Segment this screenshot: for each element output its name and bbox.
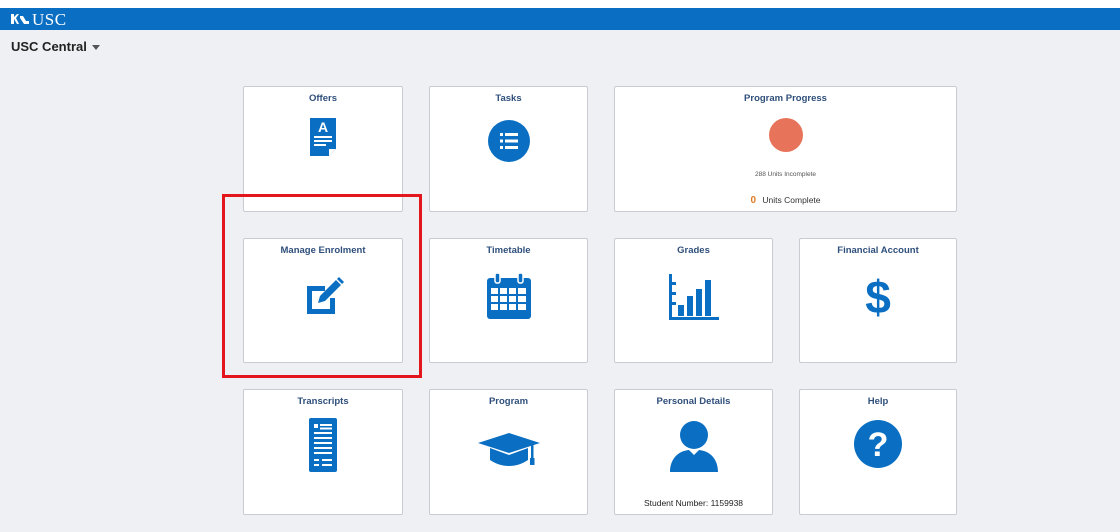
- list-icon: [487, 120, 530, 162]
- tile-tasks[interactable]: Tasks: [429, 86, 588, 212]
- bar-chart-icon: [668, 274, 719, 320]
- svg-text:$: $: [865, 271, 891, 323]
- tile-title: Grades: [677, 245, 710, 256]
- brand-bar: USC: [0, 8, 1120, 30]
- tile-title: Timetable: [486, 245, 531, 256]
- tile-title: Program: [488, 396, 529, 407]
- tile-title: Program Progress: [744, 93, 827, 104]
- units-incomplete-label: 288 Units Incomplete: [754, 171, 817, 178]
- usc-emblem-icon: [11, 14, 29, 24]
- tile-financial-account[interactable]: Financial Account $: [799, 238, 957, 363]
- tile-grades[interactable]: Grades: [614, 238, 773, 363]
- calendar-icon: [486, 272, 531, 319]
- tile-title: Help: [867, 396, 889, 407]
- tile-timetable[interactable]: Timetable: [429, 238, 588, 363]
- progress-pie-chart: [769, 118, 803, 152]
- tile-help[interactable]: Help ?: [799, 389, 957, 515]
- graduation-cap-icon: [477, 433, 540, 466]
- units-complete-value: 0: [750, 195, 757, 206]
- tile-transcripts[interactable]: Transcripts: [243, 389, 403, 515]
- tile-manage-enrolment[interactable]: Manage Enrolment: [243, 238, 403, 363]
- tile-program-progress[interactable]: Program Progress 288 Units Incomplete 0 …: [614, 86, 957, 212]
- top-strip: [0, 0, 1120, 8]
- tile-title: Tasks: [495, 93, 522, 104]
- units-complete: 0 Units Complete: [615, 195, 956, 206]
- pie-slice-incomplete: [769, 118, 803, 152]
- tile-title: Financial Account: [837, 245, 919, 256]
- tile-title: Transcripts: [297, 396, 349, 407]
- caret-down-icon: [91, 45, 100, 50]
- question-icon: ?: [854, 420, 902, 468]
- tile-offers[interactable]: Offers A: [243, 86, 403, 212]
- tile-title: Personal Details: [656, 396, 731, 407]
- usc-central-menu[interactable]: USC Central: [11, 39, 100, 54]
- svg-text:A: A: [318, 119, 328, 135]
- edit-icon: [307, 277, 344, 314]
- tile-program[interactable]: Program: [429, 389, 588, 515]
- person-icon: [669, 421, 718, 472]
- nav-title: USC Central: [11, 39, 87, 54]
- brand-name: USC: [32, 9, 67, 29]
- tile-personal-details[interactable]: Personal Details Student Number: 1159938: [614, 389, 773, 515]
- usc-logo[interactable]: USC: [10, 11, 67, 28]
- document-a-icon: A: [310, 118, 336, 156]
- dollar-icon: $: [865, 271, 891, 323]
- tile-title: Offers: [309, 93, 337, 104]
- svg-text:?: ?: [868, 426, 889, 464]
- tile-title: Manage Enrolment: [280, 245, 366, 256]
- student-number: Student Number: 1159938: [643, 498, 744, 508]
- units-complete-label: Units Complete: [762, 195, 821, 205]
- transcript-icon: [309, 418, 337, 472]
